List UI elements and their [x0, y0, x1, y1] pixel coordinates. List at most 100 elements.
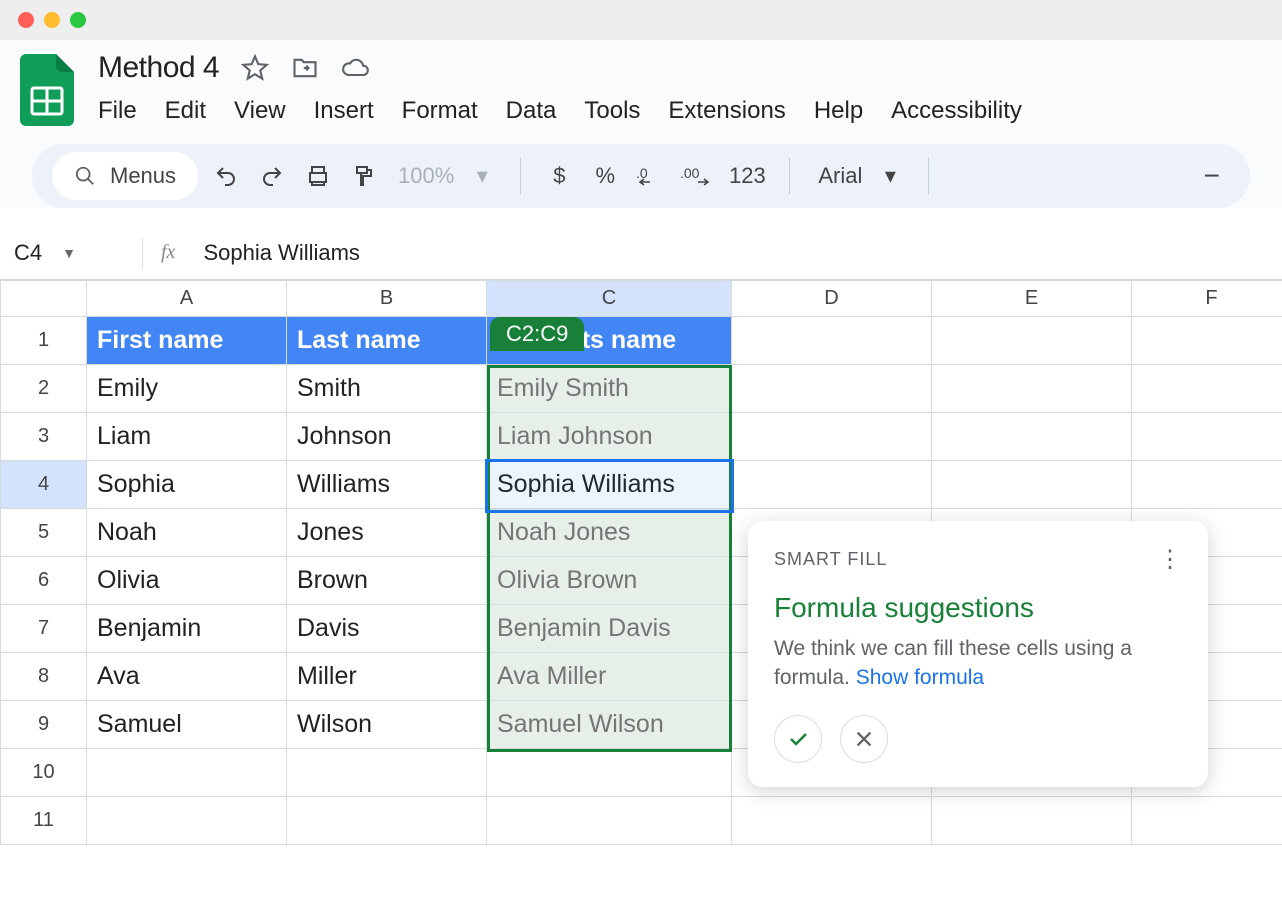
row-header[interactable]: 4 — [1, 461, 87, 509]
cell[interactable] — [932, 317, 1132, 365]
cell-a6[interactable]: Olivia — [87, 557, 287, 605]
collapse-toolbar-button[interactable]: − — [1204, 160, 1220, 192]
cell-b6[interactable]: Brown — [287, 557, 487, 605]
chevron-down-icon[interactable]: ▼ — [62, 245, 76, 261]
column-header-b[interactable]: B — [287, 281, 487, 317]
cell-c6[interactable]: Olivia Brown — [487, 557, 732, 605]
cell-b3[interactable]: Johnson — [287, 413, 487, 461]
percent-format-button[interactable]: % — [587, 163, 623, 189]
cell[interactable] — [1132, 461, 1282, 509]
cell[interactable] — [1132, 797, 1282, 845]
cell-c11[interactable] — [487, 797, 732, 845]
cell-b9[interactable]: Wilson — [287, 701, 487, 749]
show-formula-link[interactable]: Show formula — [856, 666, 984, 689]
cell[interactable] — [1132, 365, 1282, 413]
column-header-c[interactable]: C — [487, 281, 732, 317]
row-header[interactable]: 9 — [1, 701, 87, 749]
cell-a11[interactable] — [87, 797, 287, 845]
cell[interactable] — [732, 797, 932, 845]
cell-a8[interactable]: Ava — [87, 653, 287, 701]
cell-b10[interactable] — [287, 749, 487, 797]
redo-button[interactable] — [254, 164, 290, 188]
minimize-window-button[interactable] — [44, 12, 60, 28]
row-header[interactable]: 10 — [1, 749, 87, 797]
accept-suggestion-button[interactable] — [774, 715, 822, 763]
cell-b8[interactable]: Miller — [287, 653, 487, 701]
row-header[interactable]: 11 — [1, 797, 87, 845]
row-header[interactable]: 5 — [1, 509, 87, 557]
reject-suggestion-button[interactable] — [840, 715, 888, 763]
select-all-cell[interactable] — [1, 281, 87, 317]
cell-c10[interactable] — [487, 749, 732, 797]
cell-b1[interactable]: Last name — [287, 317, 487, 365]
cell[interactable] — [1132, 413, 1282, 461]
star-icon[interactable] — [241, 54, 269, 82]
document-title[interactable]: Method 4 — [98, 51, 219, 85]
zoom-caret-icon[interactable]: ▾ — [464, 163, 500, 189]
cell[interactable] — [932, 797, 1132, 845]
menu-extensions[interactable]: Extensions — [668, 97, 785, 125]
font-caret-icon[interactable]: ▾ — [872, 163, 908, 189]
cell[interactable] — [932, 461, 1132, 509]
cell[interactable] — [732, 413, 932, 461]
column-header-a[interactable]: A — [87, 281, 287, 317]
row-header[interactable]: 8 — [1, 653, 87, 701]
formula-input[interactable]: Sophia Williams — [203, 240, 360, 266]
close-window-button[interactable] — [18, 12, 34, 28]
undo-button[interactable] — [208, 164, 244, 188]
cloud-status-icon[interactable] — [341, 54, 369, 82]
more-options-icon[interactable]: ⋮ — [1158, 545, 1182, 574]
cell-c7[interactable]: Benjamin Davis — [487, 605, 732, 653]
menu-file[interactable]: File — [98, 97, 137, 125]
cell-b7[interactable]: Davis — [287, 605, 487, 653]
cell-a3[interactable]: Liam — [87, 413, 287, 461]
cell-c8[interactable]: Ava Miller — [487, 653, 732, 701]
row-header[interactable]: 7 — [1, 605, 87, 653]
cell-a4[interactable]: Sophia — [87, 461, 287, 509]
cell[interactable] — [932, 365, 1132, 413]
cell-a7[interactable]: Benjamin — [87, 605, 287, 653]
cell[interactable] — [932, 413, 1132, 461]
cell-a1[interactable]: First name — [87, 317, 287, 365]
cell-c5[interactable]: Noah Jones — [487, 509, 732, 557]
menu-tools[interactable]: Tools — [584, 97, 640, 125]
column-header-e[interactable]: E — [932, 281, 1132, 317]
cell-c9[interactable]: Samuel Wilson — [487, 701, 732, 749]
cell-c2[interactable]: Emily Smith — [487, 365, 732, 413]
move-to-folder-icon[interactable] — [291, 54, 319, 82]
row-header[interactable]: 1 — [1, 317, 87, 365]
number-format-button[interactable]: 123 — [725, 163, 769, 189]
menu-insert[interactable]: Insert — [314, 97, 374, 125]
cell[interactable] — [1132, 317, 1282, 365]
paint-format-button[interactable] — [346, 164, 382, 188]
cell-a9[interactable]: Samuel — [87, 701, 287, 749]
maximize-window-button[interactable] — [70, 12, 86, 28]
menu-format[interactable]: Format — [402, 97, 478, 125]
cell[interactable] — [732, 461, 932, 509]
cell-c3[interactable]: Liam Johnson — [487, 413, 732, 461]
cell-a5[interactable]: Noah — [87, 509, 287, 557]
menu-data[interactable]: Data — [506, 97, 557, 125]
cell-b5[interactable]: Jones — [287, 509, 487, 557]
cell-a2[interactable]: Emily — [87, 365, 287, 413]
cell[interactable] — [732, 365, 932, 413]
cell-a10[interactable] — [87, 749, 287, 797]
increase-decimal-button[interactable]: .00 — [679, 164, 715, 188]
print-button[interactable] — [300, 164, 336, 188]
menu-help[interactable]: Help — [814, 97, 863, 125]
cell[interactable] — [732, 317, 932, 365]
column-header-f[interactable]: F — [1132, 281, 1282, 317]
row-header[interactable]: 3 — [1, 413, 87, 461]
row-header[interactable]: 6 — [1, 557, 87, 605]
spreadsheet-grid[interactable]: A B C D E F 1First nameLast nameStudents… — [0, 280, 1282, 845]
zoom-level[interactable]: 100% — [398, 163, 454, 189]
cell-b11[interactable] — [287, 797, 487, 845]
menu-edit[interactable]: Edit — [165, 97, 206, 125]
cell-c4[interactable]: Sophia Williams — [487, 461, 732, 509]
menu-view[interactable]: View — [234, 97, 286, 125]
cell-b4[interactable]: Williams — [287, 461, 487, 509]
name-box[interactable]: C4 ▼ — [14, 240, 124, 266]
menu-accessibility[interactable]: Accessibility — [891, 97, 1022, 125]
cell-b2[interactable]: Smith — [287, 365, 487, 413]
decrease-decimal-button[interactable]: .0 — [633, 164, 669, 188]
